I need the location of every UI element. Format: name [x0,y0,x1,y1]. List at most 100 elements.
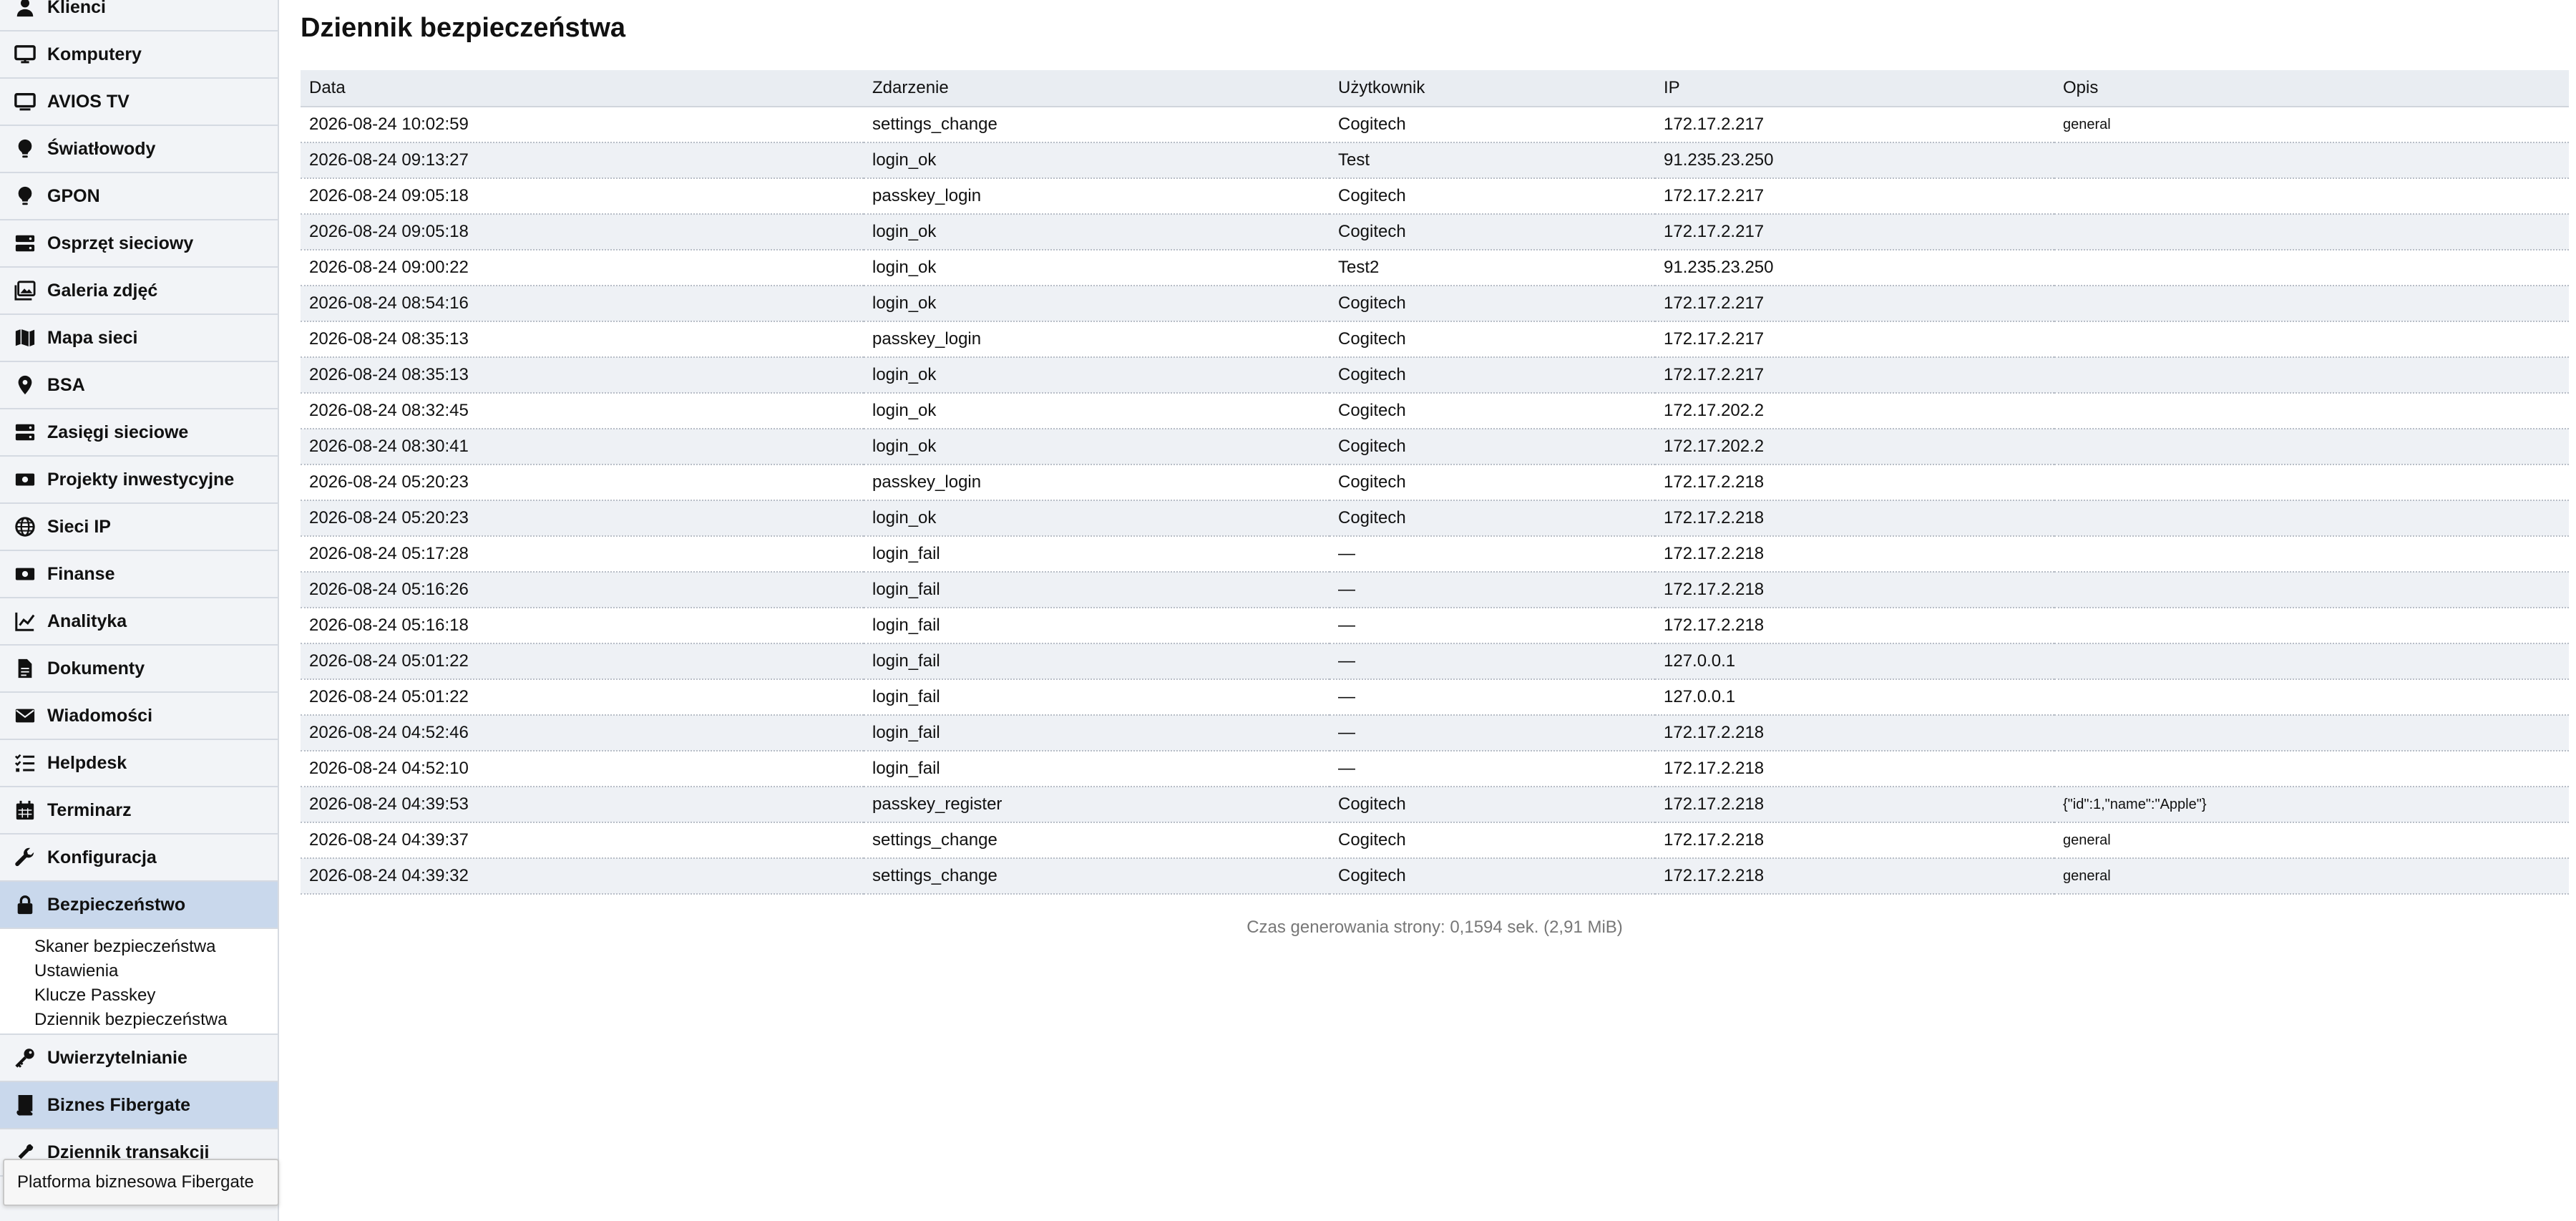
table-row: 2026-08-24 08:35:13 passkey_login Cogitech… [301,321,2569,358]
cell-description [2054,142,2569,179]
cell-event: passkey_login [864,464,1330,501]
cell-ip: 91.235.23.250 [1655,250,2054,286]
sidebar-item-światłowody[interactable]: Światłowody [0,126,278,173]
cell-description [2054,429,2569,465]
cell-description: {"id":1,"name":"Apple"} [2054,787,2569,823]
column-header-user[interactable]: Użytkownik [1330,70,1655,107]
sidebar-item-dokumenty[interactable]: Dokumenty [0,646,278,693]
page-generation-footer: Czas generowania strony: 0,1594 sek. (2,… [1246,918,1623,937]
tooltip: Platforma biznesowa Fibergate [3,1159,279,1206]
cell-description [2054,751,2569,787]
table-row: 2026-08-24 08:54:16 login_ok Cogitech 172.1… [301,286,2569,322]
cell-description [2054,357,2569,394]
sidebar-item-label: Biznes Fibergate [47,1094,191,1115]
location-pin-icon [14,374,36,396]
user-icon [14,0,36,18]
sidebar-item-gpon[interactable]: GPON [0,173,278,220]
cell-event: login_ok [864,393,1330,429]
sidebar-item-terminarz[interactable]: Terminarz [0,787,278,835]
cell-description [2054,321,2569,358]
cell-user: Cogitech [1330,178,1655,215]
wrench-icon [14,847,36,868]
key-icon [14,1047,36,1069]
column-header-description[interactable]: Opis [2054,70,2569,107]
sidebar-item-wiadomości[interactable]: Wiadomości [0,693,278,740]
cell-user: Test2 [1330,250,1655,286]
cell-event: settings_change [864,107,1330,143]
cell-date: 2026-08-24 08:54:16 [301,286,864,322]
table-row: 2026-08-24 05:16:26 login_fail —172.17.2.2… [301,572,2569,608]
sidebar-item-analityka[interactable]: Analityka [0,598,278,646]
lightbulb-icon [14,185,36,207]
sidebar-item-label: Komputery [47,44,142,64]
sidebar-item-galeria-zdjęć[interactable]: Galeria zdjęć [0,268,278,315]
sidebar-item-bezpieczeństwo[interactable]: Bezpieczeństwo [0,882,278,929]
table-row: 2026-08-24 09:13:27 login_ok Test 91.235.23… [301,142,2569,179]
sidebar-item-projekty-inwestycyjne[interactable]: Projekty inwestycyjne [0,457,278,504]
sidebar-item-zasięgi-sieciowe[interactable]: Zasięgi sieciowe [0,409,278,457]
sidebar-item-biznes-fibergate[interactable]: Biznes Fibergate [0,1082,278,1129]
sidebar-item-uwierzytelnianie[interactable]: Uwierzytelnianie [0,1035,278,1082]
cell-event: login_ok [864,142,1330,179]
cell-ip: 172.17.2.217 [1655,214,2054,250]
cell-event: login_fail [864,643,1330,680]
server-icon [14,233,36,254]
lock-icon [14,894,36,915]
book-icon [14,1094,36,1116]
cell-description [2054,286,2569,322]
calendar-icon [14,799,36,821]
cell-event: login_ok [864,429,1330,465]
cell-ip: 127.0.0.1 [1655,643,2054,680]
sidebar-menu: Klienci Komputery AVIOS TV Światłowody GPON O… [0,0,278,1177]
cell-description [2054,715,2569,751]
submenu-item[interactable]: Dziennik bezpieczeństwa [34,1008,278,1032]
sidebar-item-mapa-sieci[interactable]: Mapa sieci [0,315,278,362]
sidebar-item-label: Analityka [47,610,127,631]
cell-event: login_fail [864,608,1330,644]
submenu-item[interactable]: Ustawienia [34,959,278,983]
cell-user: Cogitech [1330,822,1655,859]
map-icon [14,327,36,349]
cell-ip: 172.17.2.217 [1655,321,2054,358]
sidebar-item-osprzęt-sieciowy[interactable]: Osprzęt sieciowy [0,220,278,268]
page-title: Dziennik bezpieczeństwa [301,13,626,43]
cell-user: — [1330,679,1655,716]
cell-date: 2026-08-24 05:01:22 [301,679,864,716]
cell-ip: 172.17.202.2 [1655,429,2054,465]
sidebar-item-label: Bezpieczeństwo [47,894,186,915]
table-row: 2026-08-24 09:00:22 login_ok Test2 91.235.2… [301,250,2569,286]
cell-event: passkey_login [864,321,1330,358]
sidebar-item-klienci[interactable]: Klienci [0,0,278,31]
cell-date: 2026-08-24 09:05:18 [301,178,864,215]
sidebar-item-komputery[interactable]: Komputery [0,31,278,79]
sidebar-item-sieci-ip[interactable]: Sieci IP [0,504,278,551]
table-row: 2026-08-24 05:16:18 login_fail —172.17.2.2… [301,608,2569,644]
cell-user: Cogitech [1330,429,1655,465]
cell-user: — [1330,608,1655,644]
column-header-event[interactable]: Zdarzenie [864,70,1330,107]
cell-date: 2026-08-24 04:52:10 [301,751,864,787]
cell-date: 2026-08-24 08:35:13 [301,321,864,358]
cell-user: Cogitech [1330,500,1655,537]
table-row: 2026-08-24 09:05:18 passkey_login Cogitech… [301,178,2569,215]
cell-user: Cogitech [1330,286,1655,322]
cell-event: settings_change [864,858,1330,895]
cell-description [2054,536,2569,573]
column-header-ip[interactable]: IP [1655,70,2054,107]
sidebar-item-konfiguracja[interactable]: Konfiguracja [0,835,278,882]
sidebar-item-helpdesk[interactable]: Helpdesk [0,740,278,787]
cell-description: general [2054,858,2569,895]
cell-ip: 172.17.2.218 [1655,858,2054,895]
cell-user: — [1330,715,1655,751]
sidebar: Klienci Komputery AVIOS TV Światłowody GPON O… [0,0,279,1221]
cell-date: 2026-08-24 04:52:46 [301,715,864,751]
sidebar-item-avios-tv[interactable]: AVIOS TV [0,79,278,126]
sidebar-item-finanse[interactable]: Finanse [0,551,278,598]
submenu-item[interactable]: Klucze Passkey [34,983,278,1008]
cell-description [2054,250,2569,286]
submenu-item[interactable]: Skaner bezpieczeństwa [34,935,278,959]
column-header-date[interactable]: Data [301,70,864,107]
security-log-table: Data Zdarzenie Użytkownik IP Opis 2026-0… [301,70,2569,895]
table-row: 2026-08-24 09:05:18 login_ok Cogitech 172.1… [301,214,2569,250]
sidebar-item-bsa[interactable]: BSA [0,362,278,409]
